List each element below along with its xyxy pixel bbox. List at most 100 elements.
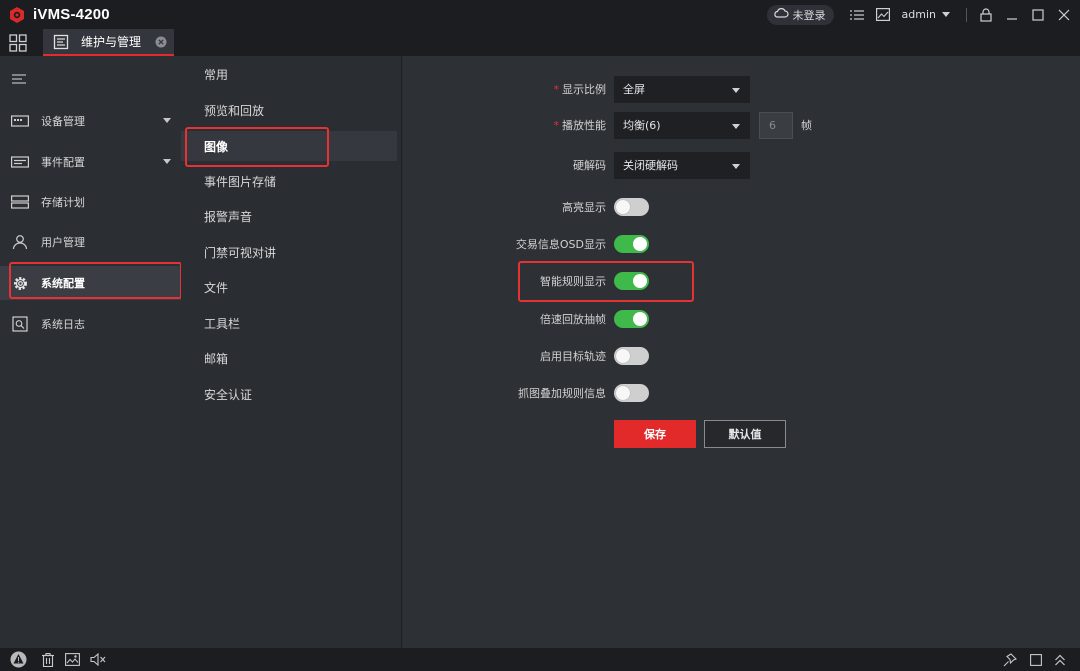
toggle-label: 高亮显示 bbox=[562, 201, 606, 214]
nav-item-system-config[interactable]: 系统配置 bbox=[0, 266, 181, 300]
display-ratio-label: * 显示比例 bbox=[553, 83, 607, 96]
capture-overlay-rule-toggle[interactable] bbox=[614, 384, 649, 402]
warning-icon[interactable] bbox=[10, 651, 27, 668]
nav-label: 用户管理 bbox=[41, 236, 85, 249]
submenu-item-event-picture-storage[interactable]: 事件图片存储 bbox=[181, 166, 402, 196]
submenu-item-security-auth[interactable]: 安全认证 bbox=[181, 379, 402, 409]
toggle-label: 倍速回放抽帧 bbox=[540, 313, 606, 326]
required-marker: * bbox=[553, 119, 560, 132]
maximize-icon[interactable] bbox=[1030, 7, 1046, 23]
toggle-knob bbox=[616, 386, 630, 400]
log-icon bbox=[11, 316, 29, 332]
submenu-item-email[interactable]: 邮箱 bbox=[181, 343, 402, 373]
highlight-toggle[interactable] bbox=[614, 198, 649, 216]
select-value: 关闭硬解码 bbox=[623, 159, 678, 172]
toggle-row-osd: 交易信息OSD显示 bbox=[403, 230, 1080, 258]
playback-performance-label: * 播放性能 bbox=[553, 119, 607, 132]
submenu-item-common[interactable]: 常用 bbox=[181, 59, 402, 89]
nav-label: 系统日志 bbox=[41, 318, 85, 331]
playback-performance-row: * 播放性能 均衡(6) 6 帧 bbox=[403, 111, 1080, 139]
submenu: 常用 预览和回放 图像 事件图片存储 报警声音 门禁可视对讲 文件 工具栏 邮箱… bbox=[181, 56, 402, 648]
playback-performance-select[interactable]: 均衡(6) bbox=[614, 111, 750, 139]
device-icon bbox=[11, 113, 29, 129]
grid-icon[interactable] bbox=[9, 34, 27, 52]
default-button[interactable]: 默认值 bbox=[704, 420, 786, 448]
select-value: 全屏 bbox=[623, 83, 645, 96]
nav-item-event-config[interactable]: 事件配置 bbox=[0, 145, 181, 179]
submenu-item-preview-playback[interactable]: 预览和回放 bbox=[181, 95, 402, 125]
toggle-knob bbox=[633, 237, 647, 251]
transaction-osd-toggle[interactable] bbox=[614, 235, 649, 253]
chevron-down-icon bbox=[732, 123, 740, 129]
save-button[interactable]: 保存 bbox=[614, 420, 696, 448]
tab-close-icon[interactable] bbox=[155, 36, 167, 48]
close-icon[interactable] bbox=[1056, 7, 1072, 23]
snapshot-icon[interactable] bbox=[64, 651, 81, 668]
divider bbox=[966, 7, 967, 22]
login-status-button[interactable]: 未登录 bbox=[766, 4, 834, 25]
select-value: 均衡(6) bbox=[623, 119, 661, 132]
nav-item-device-management[interactable]: 设备管理 bbox=[0, 104, 181, 138]
smart-rule-display-toggle[interactable] bbox=[614, 272, 649, 290]
tab-label: 维护与管理 bbox=[81, 35, 142, 49]
toggle-label: 交易信息OSD显示 bbox=[515, 238, 606, 251]
nav-item-user-management[interactable]: 用户管理 bbox=[0, 225, 181, 259]
user-menu[interactable]: admin bbox=[902, 8, 936, 21]
nav-label: 设备管理 bbox=[41, 115, 85, 128]
toggle-knob bbox=[616, 200, 630, 214]
hardware-decode-label: 硬解码 bbox=[573, 159, 606, 172]
nav-item-storage-plan[interactable]: 存储计划 bbox=[0, 185, 181, 219]
display-ratio-select[interactable]: 全屏 bbox=[614, 75, 750, 103]
double-chevron-up-icon[interactable] bbox=[1051, 651, 1068, 668]
nav-item-system-log[interactable]: 系统日志 bbox=[0, 307, 181, 341]
chevron-down-icon[interactable] bbox=[942, 12, 950, 17]
chevron-down-icon bbox=[163, 118, 171, 123]
target-track-toggle[interactable] bbox=[614, 347, 649, 365]
title-bar: iVMS-4200 未登录 admin bbox=[0, 0, 1080, 29]
app-logo-icon bbox=[8, 6, 26, 24]
mute-icon[interactable] bbox=[89, 651, 106, 668]
tab-maintenance[interactable]: 维护与管理 bbox=[43, 29, 174, 56]
toggle-row-capture-overlay: 抓图叠加规则信息 bbox=[403, 379, 1080, 407]
pin-icon[interactable] bbox=[1001, 651, 1018, 668]
chevron-down-icon bbox=[732, 163, 740, 169]
nav-label: 存储计划 bbox=[41, 196, 85, 209]
cloud-icon bbox=[773, 7, 789, 22]
list-icon[interactable] bbox=[849, 7, 865, 23]
toggle-knob bbox=[616, 349, 630, 363]
toggle-label: 抓图叠加规则信息 bbox=[518, 387, 606, 400]
submenu-item-video-intercom[interactable]: 门禁可视对讲 bbox=[181, 237, 402, 267]
tab-bar: 维护与管理 bbox=[0, 29, 1080, 56]
chevron-down-icon bbox=[163, 159, 171, 164]
trash-icon[interactable] bbox=[39, 651, 56, 668]
hardware-decode-row: 硬解码 关闭硬解码 bbox=[403, 151, 1080, 179]
toggle-label: 智能规则显示 bbox=[540, 275, 606, 288]
toggle-knob bbox=[633, 274, 647, 288]
image-icon[interactable] bbox=[875, 7, 891, 23]
window-icon[interactable] bbox=[1027, 651, 1044, 668]
event-icon bbox=[11, 154, 29, 170]
frames-input[interactable]: 6 bbox=[759, 111, 793, 139]
maintenance-icon bbox=[53, 34, 69, 50]
submenu-item-alarm-sound[interactable]: 报警声音 bbox=[181, 201, 402, 231]
submenu-item-file[interactable]: 文件 bbox=[181, 272, 402, 302]
toggle-row-smart-rule: 智能规则显示 bbox=[403, 267, 1080, 295]
hardware-decode-select[interactable]: 关闭硬解码 bbox=[614, 151, 750, 179]
status-bar bbox=[0, 648, 1080, 671]
login-status-label: 未登录 bbox=[792, 8, 826, 22]
lock-icon[interactable] bbox=[978, 7, 994, 23]
required-marker: * bbox=[553, 83, 560, 96]
display-ratio-row: * 显示比例 全屏 bbox=[403, 75, 1080, 103]
menu-icon[interactable] bbox=[12, 73, 26, 84]
gear-icon bbox=[11, 275, 29, 291]
minimize-icon[interactable] bbox=[1004, 7, 1020, 23]
frames-unit: 帧 bbox=[801, 119, 812, 132]
speed-playback-frame-skip-toggle[interactable] bbox=[614, 310, 649, 328]
toggle-row-highlight: 高亮显示 bbox=[403, 193, 1080, 221]
submenu-item-toolbar[interactable]: 工具栏 bbox=[181, 308, 402, 338]
nav-label: 事件配置 bbox=[41, 156, 85, 169]
app-title: iVMS-4200 bbox=[33, 6, 110, 23]
submenu-item-image[interactable]: 图像 bbox=[181, 131, 397, 161]
chevron-down-icon bbox=[732, 87, 740, 93]
toggle-row-frame-skip: 倍速回放抽帧 bbox=[403, 305, 1080, 333]
